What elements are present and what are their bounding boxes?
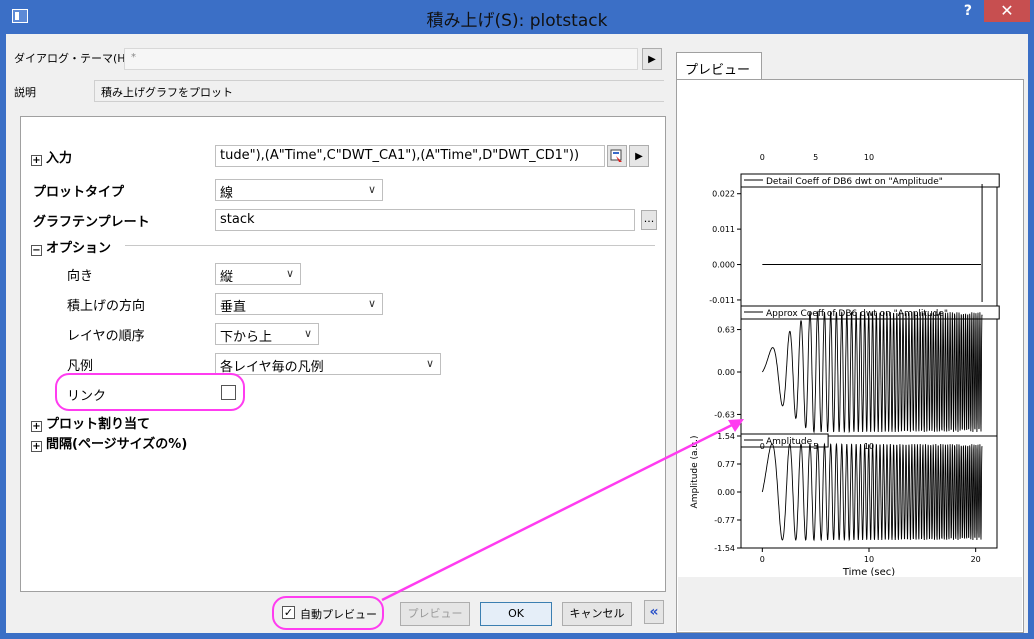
preview-footer <box>678 577 1022 631</box>
x-tick-label: 0 <box>760 555 765 564</box>
orientation-label: 向き <box>67 269 94 284</box>
chevron-down-icon: ∨ <box>425 357 434 370</box>
y-tick-label: -0.77 <box>714 516 735 525</box>
spacing-label: 間隔(ページサイズの%) <box>46 437 188 452</box>
options-header[interactable]: − オプション <box>31 237 111 256</box>
title-bar: 積み上げ(S): plotstack ? ✕ <box>6 0 1030 34</box>
chevron-down-icon: ∨ <box>303 327 312 340</box>
y-tick-label: -0.011 <box>709 296 735 305</box>
options-divider <box>125 245 655 246</box>
y-tick-label: 0.011 <box>712 225 735 234</box>
window-title: 積み上げ(S): plotstack <box>426 11 608 31</box>
chevron-down-icon: ∨ <box>367 183 376 196</box>
preview-graph: Detail Coeff of DB6 dwt on "Amplitude" 0.… <box>685 86 1015 578</box>
legend-select[interactable]: 各レイヤ毎の凡例 ∨ <box>215 353 441 375</box>
description-text: 積み上げグラフをプロット <box>94 80 664 102</box>
graph-template-field[interactable]: stack <box>215 209 635 231</box>
preview-button[interactable]: プレビュー <box>400 602 470 626</box>
plot-assign-label: プロット割り当て <box>46 417 151 432</box>
help-button[interactable]: ? <box>964 3 972 19</box>
close-button[interactable]: ✕ <box>984 0 1030 22</box>
x-tick-label: 10 <box>864 555 874 564</box>
y-tick-label: 0.022 <box>712 190 735 199</box>
auto-preview-highlight <box>272 596 384 630</box>
stack-direction-value: 垂直 <box>220 300 247 315</box>
options-label: オプション <box>46 241 112 256</box>
orientation-select[interactable]: 縦 ∨ <box>215 263 301 285</box>
y-tick-label: 0.000 <box>712 261 735 270</box>
graph-template-label: グラフテンプレート <box>33 215 150 230</box>
y-tick-label: 1.54 <box>717 432 735 441</box>
plot-type-value: 線 <box>220 186 234 201</box>
description-label: 説明 <box>14 86 36 99</box>
ok-button[interactable]: OK <box>480 602 552 626</box>
theme-label: ダイアログ・テーマ(H) <box>14 52 130 65</box>
x-tick-label-top: 10 <box>864 153 874 162</box>
select-range-button[interactable] <box>607 145 627 167</box>
layer-order-value: 下から上 <box>220 330 273 345</box>
chevron-down-icon: ∨ <box>285 267 294 280</box>
x-axis-label: Time (sec) <box>842 567 895 576</box>
input-row-label[interactable]: + 入力 <box>31 147 72 166</box>
x-tick-label: 20 <box>971 555 981 564</box>
collapse-icon[interactable]: − <box>31 245 42 256</box>
signal-line <box>761 442 983 542</box>
y-tick-label: -1.54 <box>714 544 735 553</box>
tab-preview[interactable]: プレビュー <box>676 52 762 80</box>
input-menu-button[interactable]: ▶ <box>629 145 649 167</box>
layer-order-select[interactable]: 下から上 ∨ <box>215 323 319 345</box>
cancel-button[interactable]: キャンセル <box>562 602 632 626</box>
preview-frame: Detail Coeff of DB6 dwt on "Amplitude" 0.… <box>676 79 1024 633</box>
y-tick-label: 0.77 <box>717 460 735 469</box>
signal-line <box>761 310 983 434</box>
legend-label: Detail Coeff of DB6 dwt on "Amplitude" <box>766 177 943 187</box>
plot-type-select[interactable]: 線 ∨ <box>215 179 383 201</box>
triangle-right-icon: ▶ <box>648 53 656 65</box>
x-tick-label-top: 5 <box>813 153 818 162</box>
range-select-icon <box>610 149 622 162</box>
spacing-header[interactable]: + 間隔(ページサイズの%) <box>31 433 187 452</box>
stack-direction-select[interactable]: 垂直 ∨ <box>215 293 383 315</box>
x-tick-label-top: 10 <box>864 442 874 451</box>
y-tick-label: 0.63 <box>717 326 735 335</box>
expand-icon[interactable]: + <box>31 421 42 432</box>
expand-icon[interactable]: + <box>31 155 42 166</box>
plot-frame <box>740 175 998 309</box>
orientation-value: 縦 <box>220 270 234 285</box>
layer-order-label: レイヤの順序 <box>67 329 145 344</box>
theme-input[interactable]: * <box>124 48 638 70</box>
x-tick-label-top: 0 <box>760 442 765 451</box>
x-tick-label-top: 0 <box>760 153 765 162</box>
link-highlight <box>55 373 245 411</box>
plot-assign-header[interactable]: + プロット割り当て <box>31 413 150 432</box>
y-tick-label: 0.00 <box>717 368 735 377</box>
x-tick-label-top: 5 <box>813 442 818 451</box>
y-tick-label: 0.00 <box>717 488 735 497</box>
expand-icon[interactable]: + <box>31 441 42 452</box>
double-chevron-left-icon: « <box>649 604 659 620</box>
chevron-down-icon: ∨ <box>367 297 376 310</box>
legend-label: 凡例 <box>67 359 94 374</box>
input-label: 入力 <box>46 151 73 166</box>
settings-panel: + 入力 tude"),(A"Time",C"DWT_CA1"),(A"Time"… <box>20 116 666 592</box>
collapse-preview-button[interactable]: « <box>644 600 664 624</box>
y-tick-label: -0.63 <box>714 410 735 419</box>
browse-template-button[interactable]: ... <box>641 210 657 230</box>
dialog-client: ダイアログ・テーマ(H) * ▶ 説明 積み上げグラフをプロット + 入力 tud… <box>6 34 1028 633</box>
dialog-window: 積み上げ(S): plotstack ? ✕ ダイアログ・テーマ(H) * ▶ … <box>0 0 1034 639</box>
input-range-field[interactable]: tude"),(A"Time",C"DWT_CA1"),(A"Time",D"D… <box>215 145 605 167</box>
stack-direction-label: 積上げの方向 <box>67 299 146 314</box>
y-axis-label: Amplitude (a.u.) <box>690 436 700 509</box>
theme-menu-button[interactable]: ▶ <box>642 48 662 70</box>
plot-type-label: プロットタイプ <box>33 185 125 200</box>
legend-value: 各レイヤ毎の凡例 <box>220 360 324 375</box>
triangle-right-icon: ▶ <box>635 150 643 162</box>
stacked-chart: Detail Coeff of DB6 dwt on "Amplitude" 0.… <box>690 153 1000 578</box>
